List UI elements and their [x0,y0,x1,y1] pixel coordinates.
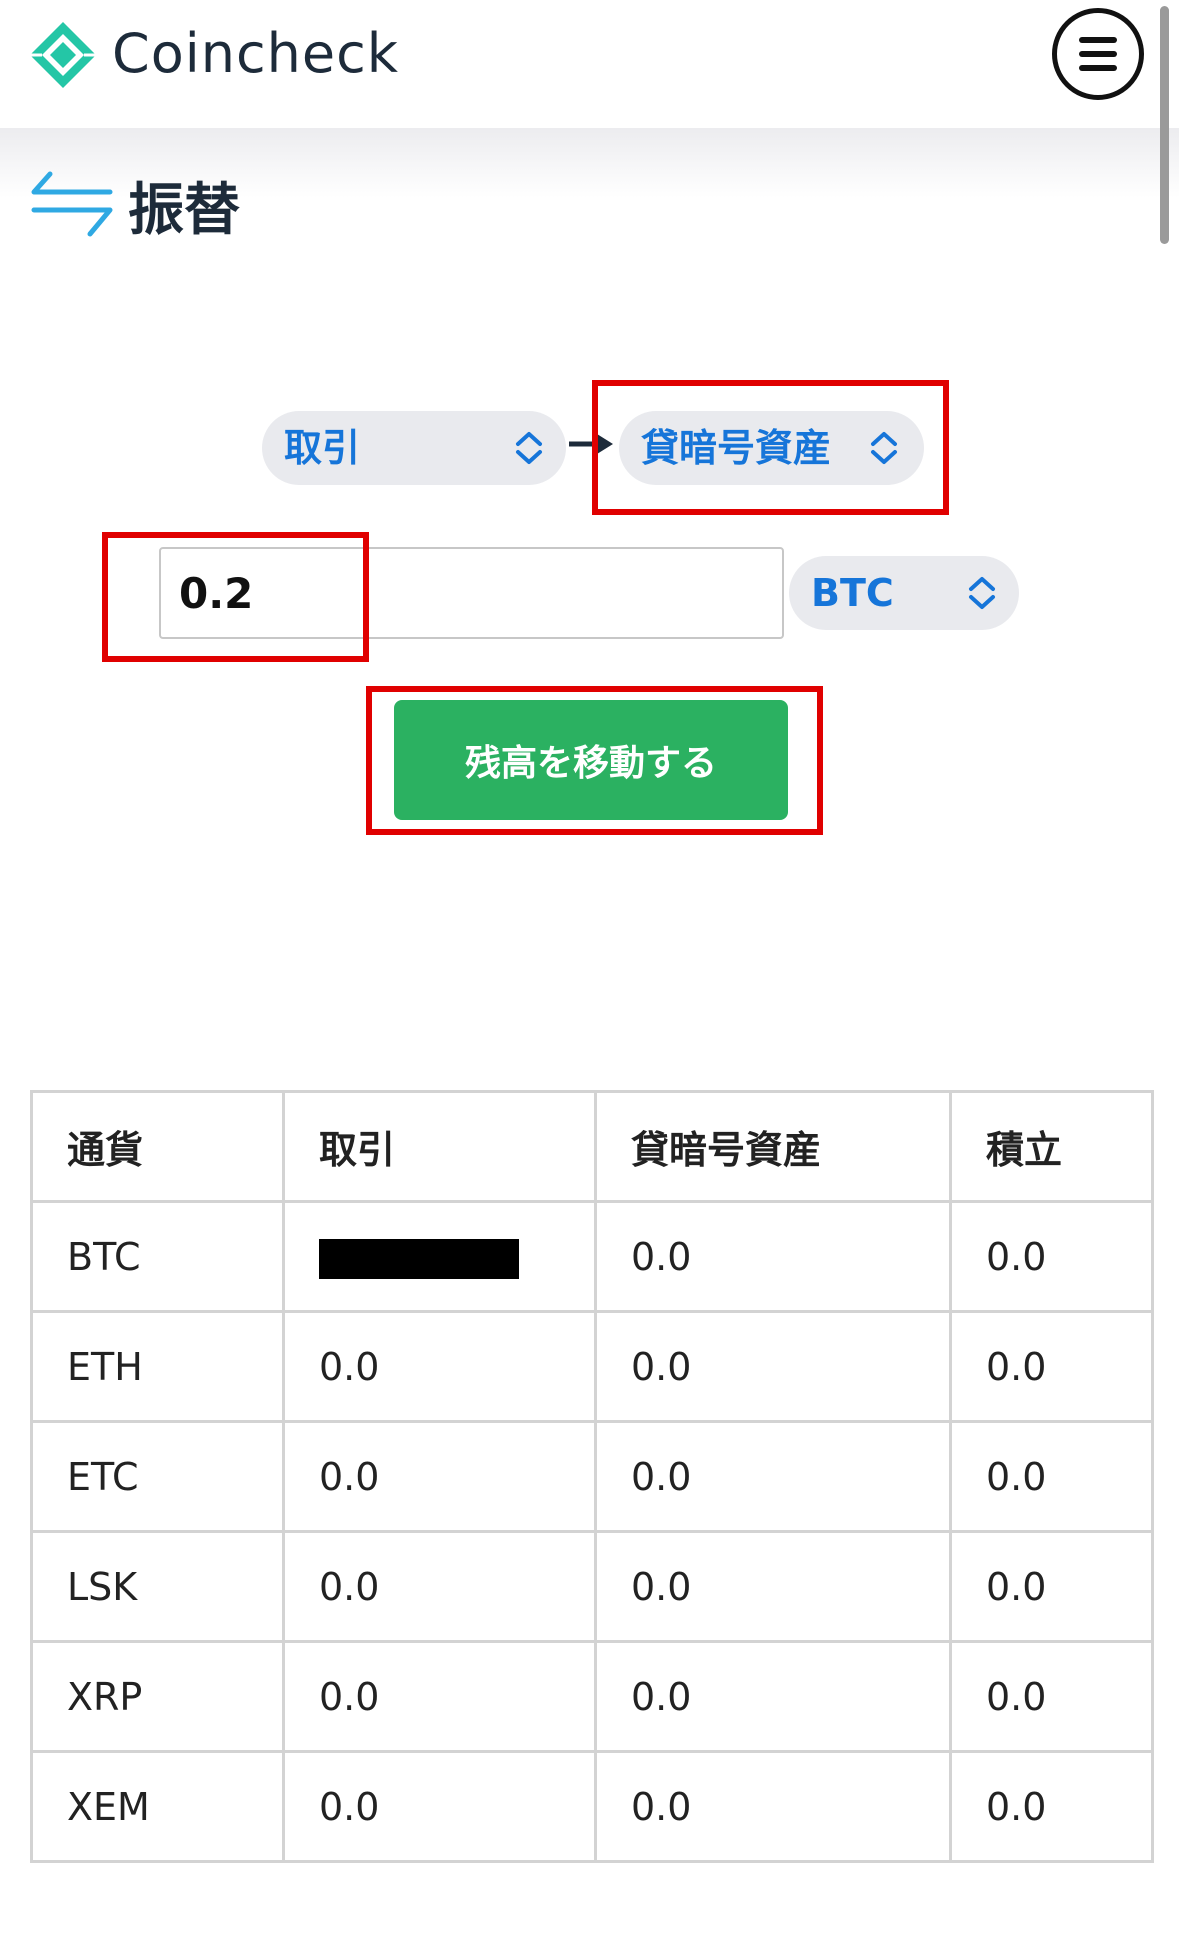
cell-currency: ETH [30,1310,285,1423]
from-account-select[interactable]: 取引 [262,411,566,485]
cell-currency: XEM [30,1750,285,1863]
hamburger-menu-button[interactable] [1052,8,1144,100]
cell-saving: 0.0 [949,1640,1154,1753]
table-row: ETC 0.0 0.0 0.0 [30,1420,1154,1533]
cell-lending: 0.0 [594,1200,952,1313]
cell-saving: 0.0 [949,1200,1154,1313]
cell-lending: 0.0 [594,1420,952,1533]
table-header-row: 通貨 取引 貸暗号資産 積立 [30,1090,1154,1203]
coincheck-logo-icon[interactable] [28,20,98,90]
cell-saving: 0.0 [949,1420,1154,1533]
hamburger-icon-bar [1079,51,1117,57]
currency-select[interactable]: BTC [789,556,1019,630]
cell-trade: 0.0 [282,1420,597,1533]
cell-saving: 0.0 [949,1530,1154,1643]
cell-currency: BTC [30,1200,285,1313]
brand-name[interactable]: Coincheck [112,18,399,90]
highlight-to-account [592,380,949,515]
page-title: 振替 [128,178,240,243]
cell-lending: 0.0 [594,1750,952,1863]
column-header-saving: 積立 [949,1090,1154,1203]
updown-chevron-icon [969,577,995,609]
cell-trade [282,1200,597,1313]
table-row: LSK 0.0 0.0 0.0 [30,1530,1154,1643]
cell-trade: 0.0 [282,1310,597,1423]
column-header-lending: 貸暗号資産 [594,1090,952,1203]
top-header: Coincheck [0,0,1179,128]
transfer-arrows-icon [31,171,113,237]
column-header-currency: 通貨 [30,1090,285,1203]
from-account-label: 取引 [284,426,361,470]
currency-label: BTC [811,571,894,615]
redaction-bar [319,1238,519,1279]
cell-lending: 0.0 [594,1640,952,1753]
highlight-move-button [366,686,823,835]
cell-saving: 0.0 [949,1750,1154,1863]
cell-currency: LSK [30,1530,285,1643]
cell-saving: 0.0 [949,1310,1154,1423]
cell-currency: XRP [30,1640,285,1753]
scrollbar-thumb[interactable] [1160,6,1169,244]
table-row: XRP 0.0 0.0 0.0 [30,1640,1154,1753]
balance-table: 通貨 取引 貸暗号資産 積立 BTC 0.0 0.0 ETH 0.0 0.0 0… [30,1090,1154,1863]
table-row: ETH 0.0 0.0 0.0 [30,1310,1154,1423]
cell-trade: 0.0 [282,1530,597,1643]
hamburger-icon-bar [1079,65,1117,71]
table-row: XEM 0.0 0.0 0.0 [30,1750,1154,1863]
cell-lending: 0.0 [594,1530,952,1643]
updown-chevron-icon [516,432,542,464]
cell-lending: 0.0 [594,1310,952,1423]
column-header-trade: 取引 [282,1090,597,1203]
cell-currency: ETC [30,1420,285,1533]
hamburger-icon [1079,37,1117,43]
table-row: BTC 0.0 0.0 [30,1200,1154,1313]
cell-trade: 0.0 [282,1640,597,1753]
highlight-amount-input [102,532,369,662]
cell-trade: 0.0 [282,1750,597,1863]
